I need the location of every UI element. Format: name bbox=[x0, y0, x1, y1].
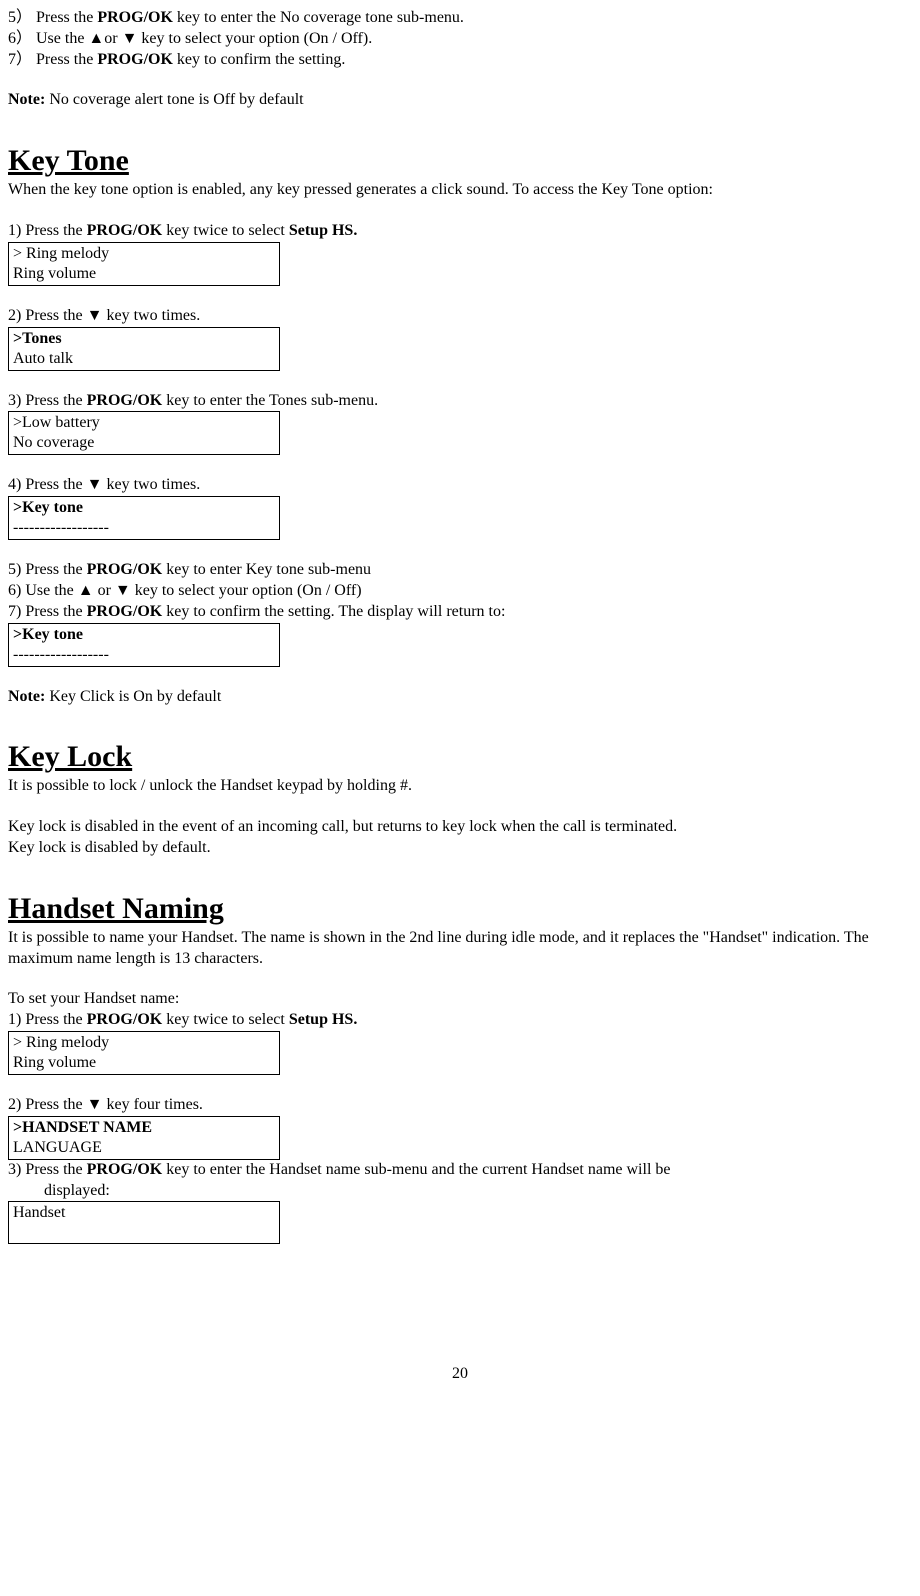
keytone-step1-rest: key twice to select bbox=[162, 222, 289, 239]
handset-naming-step3-cont: displayed: bbox=[8, 1181, 912, 1202]
keytone-step5-rest: key to enter Key tone sub-menu bbox=[162, 561, 371, 578]
keytone-step6: 6) Use the ▲ or ▼ key to select your opt… bbox=[8, 581, 912, 602]
lcd-line1: > Ring melody bbox=[13, 244, 275, 264]
keytone-step5: 5) Press the PROG/OK key to enter Key to… bbox=[8, 560, 912, 581]
step-5: 5） Press the PROG/OK key to enter the No… bbox=[8, 8, 912, 29]
hn-step1-key: PROG/OK bbox=[87, 1011, 163, 1028]
step-5-key: PROG/OK bbox=[97, 9, 173, 26]
lcd-display: > Ring melody Ring volume bbox=[8, 242, 280, 286]
handset-naming-toset: To set your Handset name: bbox=[8, 989, 912, 1010]
keytone-step4: 4) Press the ▼ key two times. bbox=[8, 475, 912, 496]
note-label: Note: bbox=[8, 688, 45, 705]
handset-naming-step3: 3) Press the PROG/OK key to enter the Ha… bbox=[8, 1160, 912, 1181]
note-keytone: Note: Key Click is On by default bbox=[8, 687, 912, 708]
key-lock-text2: Key lock is disabled in the event of an … bbox=[8, 817, 912, 838]
note-label: Note: bbox=[8, 91, 45, 108]
hn-step3-key: PROG/OK bbox=[87, 1161, 163, 1178]
lcd-display: > Ring melody Ring volume bbox=[8, 1031, 280, 1075]
lcd-line1: >Key tone bbox=[13, 498, 275, 518]
lcd-display: >HANDSET NAME LANGUAGE bbox=[8, 1116, 280, 1160]
key-lock-text1: It is possible to lock / unlock the Hand… bbox=[8, 776, 912, 797]
note-text: Key Click is On by default bbox=[45, 688, 221, 705]
lcd-line2: LANGUAGE bbox=[13, 1138, 275, 1158]
lcd-line1: Handset bbox=[13, 1203, 275, 1223]
lcd-line2: Ring volume bbox=[13, 1053, 275, 1073]
step-6: 6） Use the ▲or ▼ key to select your opti… bbox=[8, 29, 912, 50]
step-5-rest: key to enter the No coverage tone sub-me… bbox=[173, 9, 464, 26]
keytone-step1-prefix: 1) Press the bbox=[8, 222, 87, 239]
keytone-step1: 1) Press the PROG/OK key twice to select… bbox=[8, 221, 912, 242]
lcd-line2: Auto talk bbox=[13, 349, 275, 369]
keytone-step3-rest: key to enter the Tones sub-menu. bbox=[162, 392, 378, 409]
note-text: No coverage alert tone is Off by default bbox=[45, 91, 303, 108]
lcd-line2 bbox=[13, 1223, 275, 1242]
lcd-line2: Ring volume bbox=[13, 264, 275, 284]
step-5-prefix: 5） Press the bbox=[8, 9, 97, 26]
lcd-display: >Key tone ------------------ bbox=[8, 496, 280, 540]
hn-step3-prefix: 3) Press the bbox=[8, 1161, 87, 1178]
keytone-step7-rest: key to confirm the setting. The display … bbox=[162, 603, 505, 620]
keytone-step7-key: PROG/OK bbox=[87, 603, 163, 620]
keytone-step2: 2) Press the ▼ key two times. bbox=[8, 306, 912, 327]
step-7: 7） Press the PROG/OK key to confirm the … bbox=[8, 50, 912, 71]
handset-naming-step2: 2) Press the ▼ key four times. bbox=[8, 1095, 912, 1116]
lcd-line1: > Ring melody bbox=[13, 1033, 275, 1053]
step-7-prefix: 7） Press the bbox=[8, 51, 97, 68]
hn-step1-bold: Setup HS. bbox=[289, 1011, 357, 1028]
page-number: 20 bbox=[8, 1364, 912, 1385]
key-lock-heading: Key Lock bbox=[8, 737, 912, 776]
keytone-step5-key: PROG/OK bbox=[87, 561, 163, 578]
key-tone-intro: When the key tone option is enabled, any… bbox=[8, 180, 912, 201]
step-7-rest: key to confirm the setting. bbox=[173, 51, 345, 68]
note-nocoverage: Note: No coverage alert tone is Off by d… bbox=[8, 90, 912, 111]
keytone-step5-prefix: 5) Press the bbox=[8, 561, 87, 578]
keytone-step7: 7) Press the PROG/OK key to confirm the … bbox=[8, 602, 912, 623]
lcd-display: Handset bbox=[8, 1201, 280, 1244]
keytone-step1-bold: Setup HS. bbox=[289, 222, 357, 239]
hn-step1-prefix: 1) Press the bbox=[8, 1011, 87, 1028]
step-7-key: PROG/OK bbox=[97, 51, 173, 68]
lcd-line2: ------------------ bbox=[13, 645, 275, 665]
lcd-display: >Key tone ------------------ bbox=[8, 623, 280, 667]
handset-naming-intro: It is possible to name your Handset. The… bbox=[8, 928, 912, 970]
keytone-step1-key: PROG/OK bbox=[87, 222, 163, 239]
keytone-step3: 3) Press the PROG/OK key to enter the To… bbox=[8, 391, 912, 412]
lcd-display: >Low battery No coverage bbox=[8, 411, 280, 455]
lcd-line1: >Low battery bbox=[13, 413, 275, 433]
hn-step3-rest: key to enter the Handset name sub-menu a… bbox=[162, 1161, 670, 1178]
key-tone-heading: Key Tone bbox=[8, 141, 912, 180]
keytone-step7-prefix: 7) Press the bbox=[8, 603, 87, 620]
keytone-step3-prefix: 3) Press the bbox=[8, 392, 87, 409]
key-lock-text3: Key lock is disabled by default. bbox=[8, 838, 912, 859]
lcd-line1: >HANDSET NAME bbox=[13, 1118, 275, 1138]
hn-step1-rest: key twice to select bbox=[162, 1011, 289, 1028]
handset-naming-heading: Handset Naming bbox=[8, 889, 912, 928]
lcd-line1: >Tones bbox=[13, 329, 275, 349]
keytone-step3-key: PROG/OK bbox=[87, 392, 163, 409]
lcd-line2: ------------------ bbox=[13, 518, 275, 538]
lcd-line2: No coverage bbox=[13, 433, 275, 453]
lcd-display: >Tones Auto talk bbox=[8, 327, 280, 371]
handset-naming-step1: 1) Press the PROG/OK key twice to select… bbox=[8, 1010, 912, 1031]
lcd-line1: >Key tone bbox=[13, 625, 275, 645]
